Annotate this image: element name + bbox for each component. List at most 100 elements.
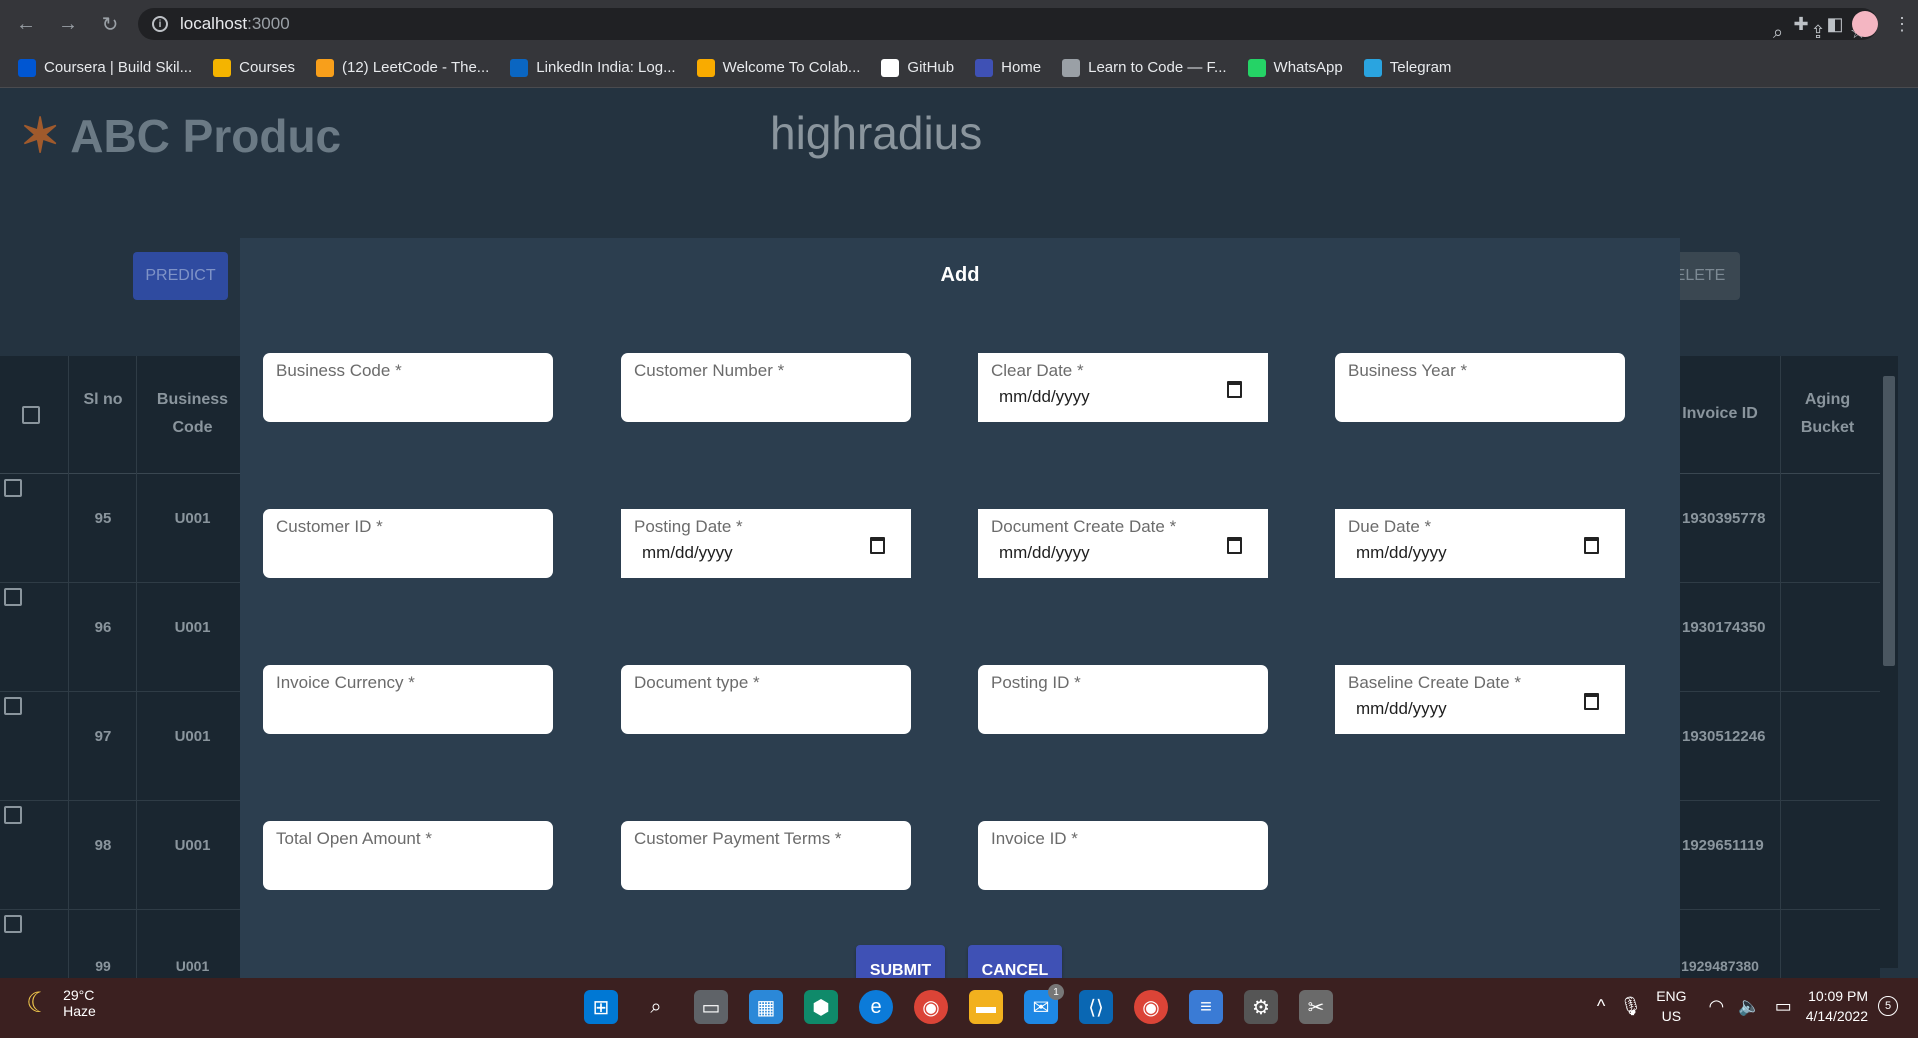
- col-header-business-code[interactable]: Business Code: [140, 386, 245, 442]
- abc-logo-icon: ✶: [20, 110, 61, 163]
- total-open-amount-input[interactable]: Total Open Amount *: [263, 821, 553, 890]
- volume-icon[interactable]: 🔈: [1738, 996, 1760, 1017]
- bookmark-item[interactable]: Courses: [213, 58, 295, 77]
- notification-badge[interactable]: 5: [1878, 996, 1898, 1016]
- cell-sl-no: 97: [94, 728, 112, 745]
- col-header-aging-bucket[interactable]: Aging Bucket: [1785, 386, 1870, 442]
- telegram-icon: [1363, 58, 1382, 77]
- document-type-input[interactable]: Document type *: [621, 665, 911, 734]
- microphone-icon[interactable]: 🎙: [1619, 996, 1642, 1017]
- clock[interactable]: 10:09 PM 4/14/2022: [1806, 986, 1868, 1026]
- calendar-icon[interactable]: [1227, 381, 1242, 398]
- row-checkbox[interactable]: [4, 697, 22, 715]
- task-view-icon[interactable]: ▭: [694, 990, 728, 1024]
- settings-icon[interactable]: ⚙: [1244, 990, 1278, 1024]
- field-label: Total Open Amount *: [276, 829, 432, 848]
- row-checkbox[interactable]: [4, 806, 22, 824]
- bookmark-label: Courses: [239, 59, 295, 76]
- calendar-icon[interactable]: [1584, 537, 1599, 554]
- github-icon: [881, 58, 900, 77]
- select-all-checkbox[interactable]: [22, 406, 40, 424]
- customer-id-input[interactable]: Customer ID *: [263, 509, 553, 578]
- dialog-title: Add: [940, 264, 980, 286]
- start-icon[interactable]: ⊞: [584, 990, 618, 1024]
- edge-icon[interactable]: e: [859, 990, 893, 1024]
- customer-number-input[interactable]: Customer Number *: [621, 353, 911, 422]
- chevron-up-icon[interactable]: ^: [1597, 996, 1605, 1017]
- wifi-icon[interactable]: ◠: [1709, 996, 1725, 1017]
- url-host: localhost: [180, 14, 248, 33]
- forward-arrow-icon[interactable]: →: [52, 8, 84, 40]
- business-code-input[interactable]: Business Code *: [263, 353, 553, 422]
- notepad-icon[interactable]: ≡: [1189, 990, 1223, 1024]
- posting-date-date-input[interactable]: Posting Date * mm/dd/yyyy: [621, 509, 911, 578]
- vscode-icon[interactable]: ⟨⟩: [1079, 990, 1113, 1024]
- weather-widget[interactable]: ☾ 29°C Haze: [26, 986, 96, 1019]
- predict-button[interactable]: PREDICT: [133, 252, 228, 300]
- freecodecamp-icon: [1062, 58, 1081, 77]
- field-label: Invoice ID *: [991, 829, 1078, 848]
- bookmark-label: Telegram: [1389, 59, 1452, 76]
- bookmark-item[interactable]: Welcome To Colab...: [696, 58, 860, 77]
- whatsapp-icon: [1247, 58, 1266, 77]
- baseline-create-date-date-input[interactable]: Baseline Create Date * mm/dd/yyyy: [1335, 665, 1625, 734]
- calendar-icon[interactable]: [870, 537, 885, 554]
- bookmark-item[interactable]: Coursera | Build Skil...: [18, 58, 193, 77]
- side-panel-icon[interactable]: ◧: [1818, 14, 1852, 35]
- file-explorer-icon[interactable]: ▬: [969, 990, 1003, 1024]
- bookmark-item[interactable]: (12) LeetCode - The...: [315, 58, 490, 77]
- clear-date-date-input[interactable]: Clear Date * mm/dd/yyyy: [978, 353, 1268, 422]
- submit-button[interactable]: SUBMIT: [856, 945, 945, 978]
- menu-icon[interactable]: ⋮: [1892, 14, 1912, 35]
- bookmark-item[interactable]: Home: [975, 58, 1041, 77]
- col-header-sl-no[interactable]: Sl no: [70, 386, 136, 414]
- calendar-icon[interactable]: [1227, 537, 1242, 554]
- leetcode-icon: [315, 58, 334, 77]
- language-indicator[interactable]: ENG US: [1656, 986, 1686, 1026]
- lang-top: ENG: [1656, 988, 1687, 1004]
- chrome-icon[interactable]: ◉: [914, 990, 948, 1024]
- bookmark-item[interactable]: LinkedIn India: Log...: [510, 58, 676, 77]
- bookmark-item[interactable]: Telegram: [1363, 58, 1452, 77]
- calendar-icon[interactable]: [1584, 693, 1599, 710]
- linkedin-icon: [510, 58, 529, 77]
- home-icon: [975, 58, 994, 77]
- snipping-tool-icon[interactable]: ✂: [1299, 990, 1333, 1024]
- bookmark-item[interactable]: GitHub: [881, 58, 955, 77]
- scrollbar-thumb[interactable]: [1883, 376, 1895, 666]
- invoice-id-input[interactable]: Invoice ID *: [978, 821, 1268, 890]
- mail-icon[interactable]: ✉ 1: [1024, 984, 1064, 1024]
- profile-avatar[interactable]: [1852, 11, 1878, 37]
- bookmark-label: GitHub: [907, 59, 955, 76]
- row-checkbox[interactable]: [4, 479, 22, 497]
- customer-payment-terms-input[interactable]: Customer Payment Terms *: [621, 821, 911, 890]
- document-create-date-date-input[interactable]: Document Create Date * mm/dd/yyyy: [978, 509, 1268, 578]
- field-label: Posting ID *: [991, 673, 1081, 692]
- field-label: Business Year *: [1348, 361, 1468, 380]
- address-bar[interactable]: i localhost:3000 ⌕ ⇪ ☆: [138, 8, 1878, 42]
- site-info-icon[interactable]: i: [152, 16, 168, 32]
- reload-icon[interactable]: ↻: [94, 8, 126, 40]
- grid-scrollbar[interactable]: [1880, 356, 1898, 968]
- bookmark-label: (12) LeetCode - The...: [341, 59, 490, 76]
- app-icon[interactable]: ⬢: [804, 990, 838, 1024]
- row-checkbox[interactable]: [4, 915, 22, 933]
- battery-icon[interactable]: ▭: [1775, 996, 1792, 1017]
- due-date-date-input[interactable]: Due Date * mm/dd/yyyy: [1335, 509, 1625, 578]
- widgets-icon[interactable]: ▦: [749, 990, 783, 1024]
- posting-id-input[interactable]: Posting ID *: [978, 665, 1268, 734]
- field-label: Baseline Create Date *: [1348, 673, 1521, 692]
- extensions-icon[interactable]: ✚: [1784, 14, 1818, 35]
- bookmark-item[interactable]: WhatsApp: [1247, 58, 1343, 77]
- back-arrow-icon[interactable]: ←: [10, 8, 42, 40]
- row-checkbox[interactable]: [4, 588, 22, 606]
- business-year-input[interactable]: Business Year *: [1335, 353, 1625, 422]
- bookmark-item[interactable]: Learn to Code — F...: [1062, 58, 1227, 77]
- cell-business-code: U001: [174, 510, 211, 527]
- cancel-button[interactable]: CANCEL: [968, 945, 1062, 978]
- bookmark-label: Coursera | Build Skil...: [44, 59, 193, 76]
- invoice-currency-input[interactable]: Invoice Currency *: [263, 665, 553, 734]
- coursera-icon: [18, 58, 36, 77]
- chrome-profile-icon[interactable]: ◉: [1134, 990, 1168, 1024]
- search-icon[interactable]: ⌕: [639, 990, 673, 1024]
